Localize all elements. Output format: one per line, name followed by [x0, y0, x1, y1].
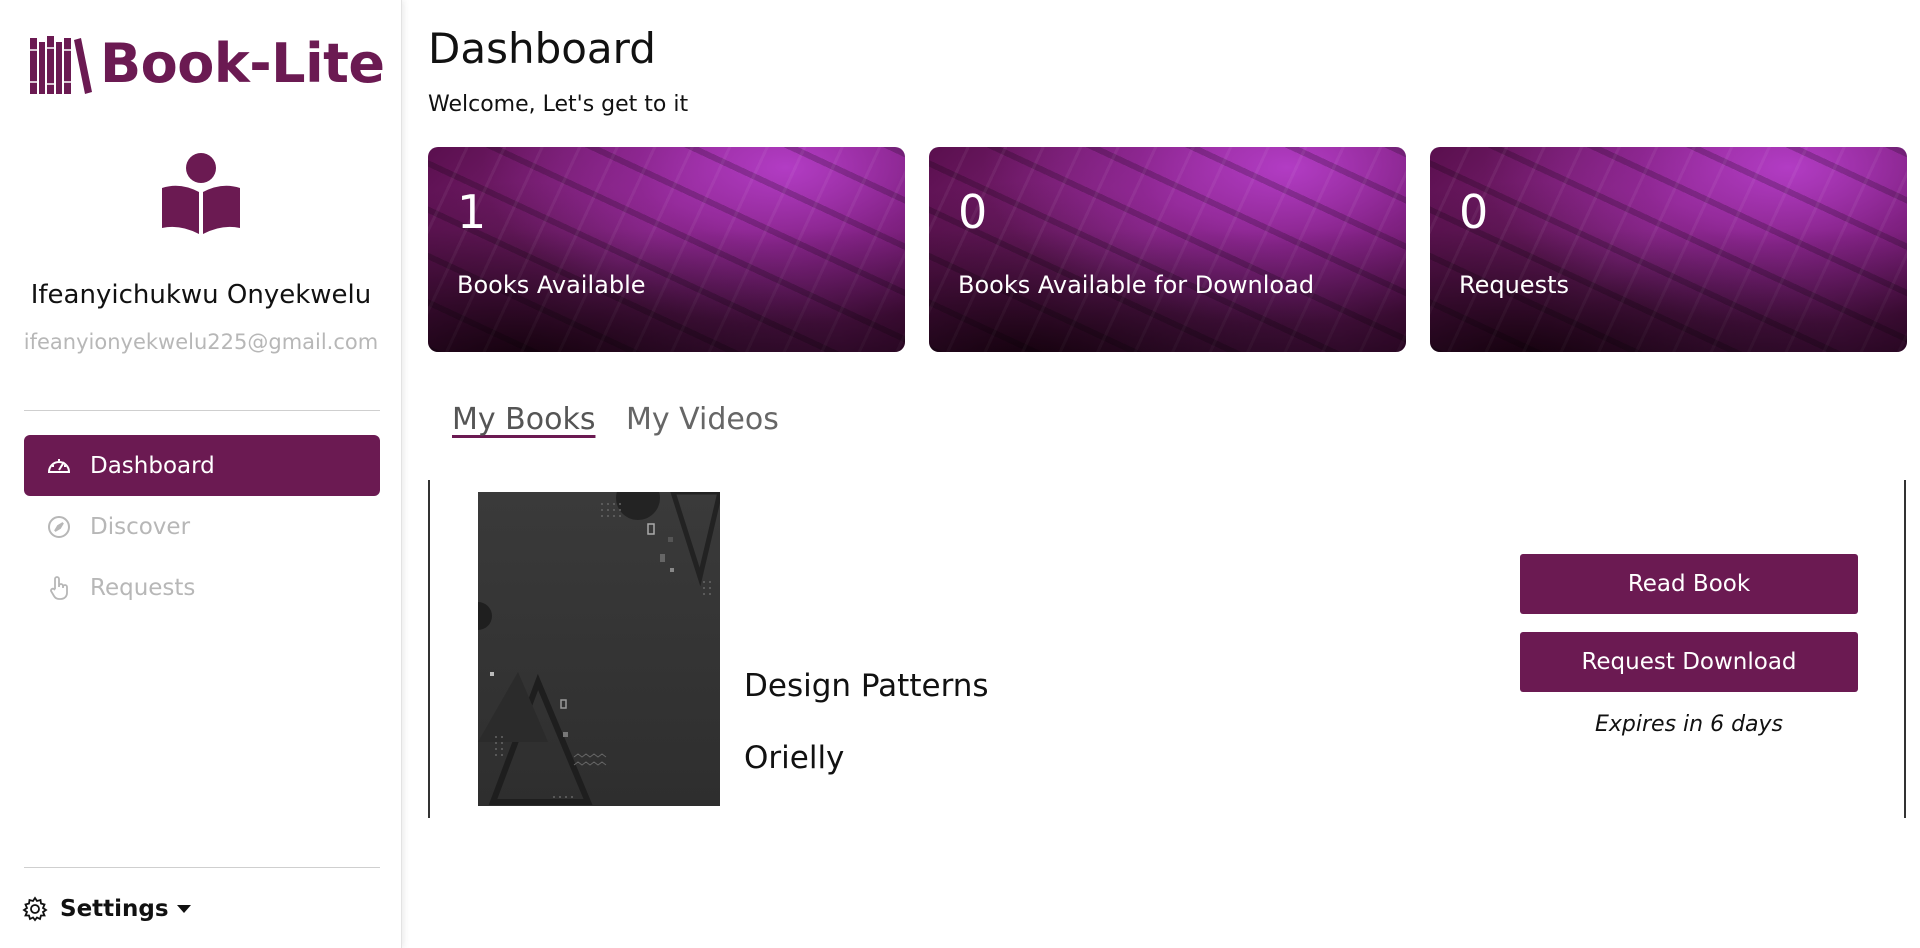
hand-pointer-icon	[50, 575, 68, 600]
sidebar-divider	[24, 410, 380, 411]
sidebar-divider	[24, 867, 380, 868]
settings-label: Settings	[60, 896, 169, 922]
stat-value: 1	[457, 185, 487, 239]
bookshelf-icon	[30, 36, 92, 94]
caret-down-icon	[176, 905, 191, 913]
gear-icon	[22, 896, 48, 922]
cover-art	[478, 492, 720, 805]
read-book-button[interactable]: Read Book	[1520, 554, 1858, 614]
book-title: Design Patterns	[744, 668, 989, 704]
user-email: ifeanyionyekwelu225@gmail.com	[23, 330, 379, 354]
sidebar-item-requests[interactable]: Requests	[24, 557, 380, 618]
stat-value: 0	[958, 185, 988, 239]
settings-dropdown[interactable]: Settings	[22, 896, 191, 922]
book-author: Orielly	[744, 740, 845, 776]
book-reader-icon	[162, 153, 240, 234]
sidebar-item-discover[interactable]: Discover	[24, 496, 380, 557]
tab-my-videos[interactable]: My Videos	[626, 402, 779, 437]
sidebar-item-label: Discover	[90, 513, 191, 540]
speedometer-icon	[47, 458, 71, 473]
tab-my-books[interactable]: My Books	[452, 402, 595, 437]
app-name: Book-Lite	[100, 32, 385, 95]
stat-label: Books Available	[457, 271, 646, 299]
sidebar: Book-Lite Ifeanyichukwu Onyekwelu ifeany…	[0, 0, 402, 948]
sidebar-item-label: Dashboard	[90, 452, 215, 479]
sidebar-item-label: Requests	[90, 574, 196, 601]
sidebar-item-dashboard[interactable]: Dashboard	[24, 435, 380, 496]
user-name: Ifeanyichukwu Onyekwelu	[30, 280, 372, 310]
book-cover-image	[478, 492, 720, 806]
stat-label: Requests	[1459, 271, 1569, 299]
stat-label: Books Available for Download	[958, 271, 1315, 299]
page-title: Dashboard	[428, 24, 656, 73]
expiry-note: Expires in 6 days	[1595, 712, 1783, 737]
stat-card-books-available: 1 Books Available	[428, 147, 905, 352]
stat-value: 0	[1459, 185, 1489, 239]
request-download-button[interactable]: Request Download	[1520, 632, 1858, 692]
book-list-item: Design Patterns Orielly Read Book Reques…	[428, 480, 1906, 818]
compass-icon	[48, 515, 70, 538]
stat-card-books-download: 0 Books Available for Download	[929, 147, 1406, 352]
page-subtitle: Welcome, Let's get to it	[428, 92, 689, 117]
app-logo[interactable]: Book-Lite	[30, 34, 385, 94]
stat-card-requests: 0 Requests	[1430, 147, 1907, 352]
